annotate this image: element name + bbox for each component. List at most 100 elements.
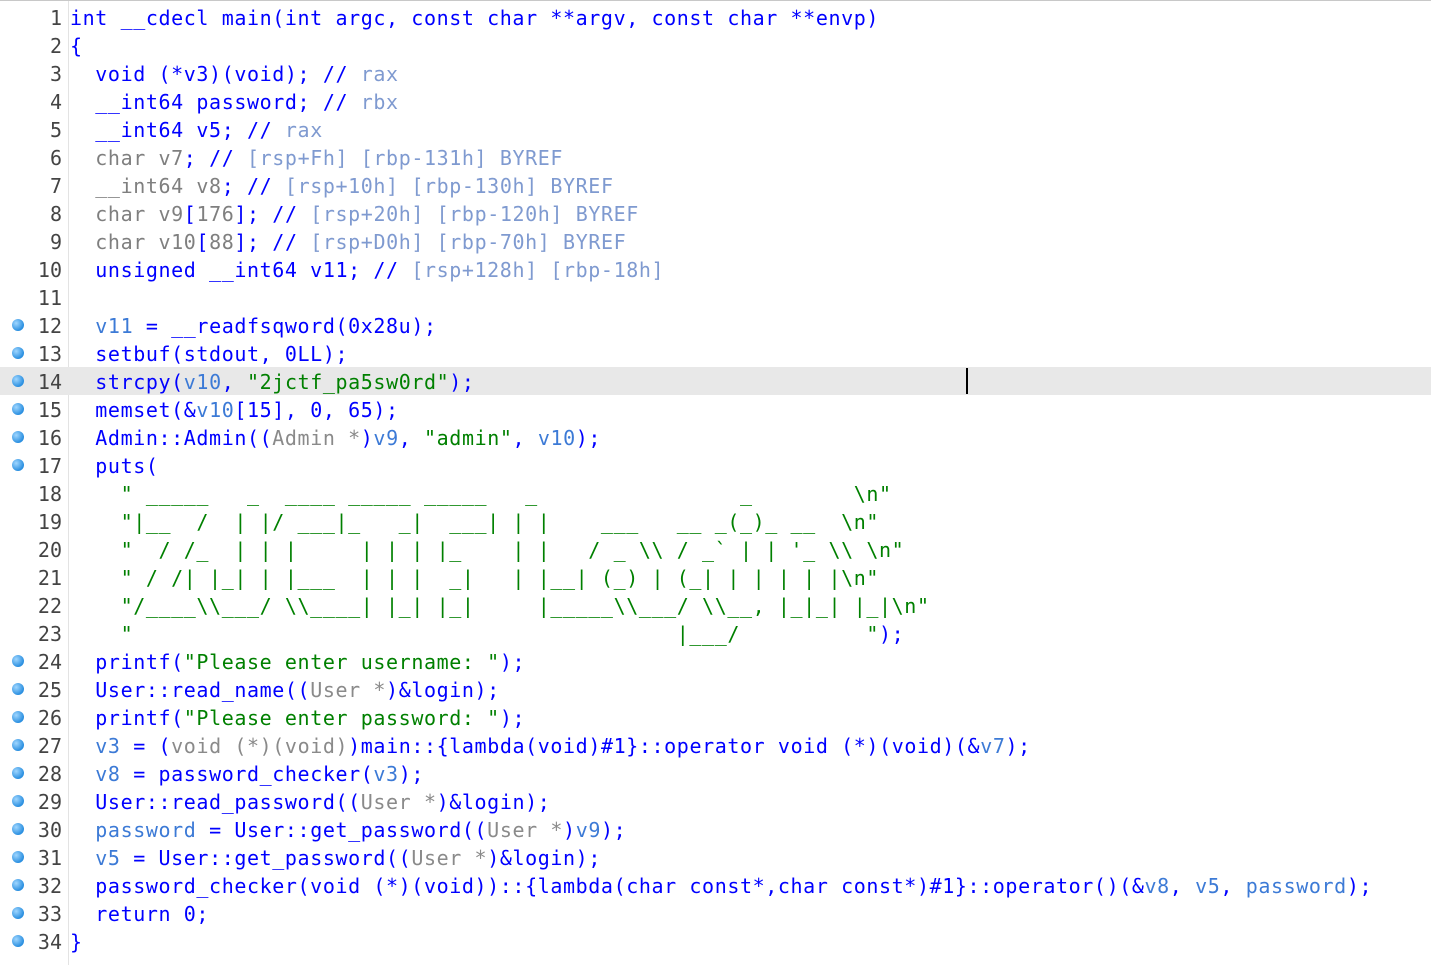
code-line[interactable]: 13 setbuf(stdout, 0LL);: [0, 339, 1431, 367]
code-text[interactable]: void (*v3)(void); // rax: [70, 62, 399, 86]
code-token: void (*)(void): [171, 734, 349, 758]
code-token: v9: [575, 818, 601, 842]
code-line[interactable]: 1 int __cdecl main(int argc, const char *…: [0, 3, 1431, 31]
code-line[interactable]: 23 " |___/ ");: [0, 619, 1431, 647]
code-token: User *: [411, 846, 488, 870]
code-token: printf(: [70, 650, 184, 674]
line-number: 18: [37, 482, 62, 506]
code-line[interactable]: 2{: [0, 31, 1431, 59]
code-text[interactable]: char v7; // [rsp+Fh] [rbp-131h] BYREF: [70, 146, 563, 170]
code-text[interactable]: password = User::get_password((User *)v9…: [70, 818, 626, 842]
code-token: }: [70, 930, 83, 954]
code-token: " / /| |_| | |___ | | | _| | |__| (_) | …: [70, 566, 880, 590]
code-text[interactable]: v5 = User::get_password((User *)&login);: [70, 846, 601, 870]
code-text[interactable]: return 0;: [70, 902, 209, 926]
code-token: );: [1005, 734, 1031, 758]
code-text[interactable]: v11 = __readfsqword(0x28u);: [70, 314, 437, 338]
code-line[interactable]: 26 printf("Please enter password: ");: [0, 703, 1431, 731]
code-text[interactable]: password_checker(void (*)(void))::{lambd…: [70, 874, 1372, 898]
line-number: 20: [37, 538, 62, 562]
code-text[interactable]: v3 = (void (*)(void))main::{lambda(void)…: [70, 734, 1031, 758]
code-line[interactable]: 33 return 0;: [0, 899, 1431, 927]
code-token: [15], 0, 65);: [234, 398, 399, 422]
code-token: "2jctf_pa5sw0rd": [247, 370, 450, 394]
code-token: v9: [373, 426, 399, 450]
code-token: v10: [183, 370, 222, 394]
code-line[interactable]: 30 password = User::get_password((User *…: [0, 815, 1431, 843]
code-line[interactable]: 32 password_checker(void (*)(void))::{la…: [0, 871, 1431, 899]
code-text[interactable]: v8 = password_checker(v3);: [70, 762, 424, 786]
code-line[interactable]: 25 User::read_name((User *)&login);: [0, 675, 1431, 703]
code-text[interactable]: {: [70, 34, 83, 58]
code-text[interactable]: __int64 v8; // [rsp+10h] [rbp-130h] BYRE…: [70, 174, 614, 198]
code-line[interactable]: 31 v5 = User::get_password((User *)&logi…: [0, 843, 1431, 871]
code-text[interactable]: "|__ / | |/ ___|_ _| ___| | | ___ __ _(_…: [70, 510, 879, 534]
code-line[interactable]: 21 " / /| |_| | |___ | | | _| | |__| (_)…: [0, 563, 1431, 591]
code-token: )main::{lambda(void)#1}::operator void (…: [348, 734, 981, 758]
code-token: password: [1245, 874, 1347, 898]
code-line[interactable]: 22 "/____\\___/ \\____| |_| |_| |_____\\…: [0, 591, 1431, 619]
line-number: 28: [37, 762, 62, 786]
code-text[interactable]: User::read_password((User *)&login);: [70, 790, 550, 814]
code-text[interactable]: setbuf(stdout, 0LL);: [70, 342, 348, 366]
code-text[interactable]: "/____\\___/ \\____| |_| |_| |_____\\___…: [70, 594, 930, 618]
code-line[interactable]: 10 unsigned __int64 v11; // [rsp+128h] […: [0, 255, 1431, 283]
code-line[interactable]: 14 strcpy(v10, "2jctf_pa5sw0rd");: [0, 367, 1431, 395]
code-line[interactable]: 16 Admin::Admin((Admin *)v9, "admin", v1…: [0, 423, 1431, 451]
code-line[interactable]: 5 __int64 v5; // rax: [0, 115, 1431, 143]
code-line[interactable]: 18 " _____ _ ____ _____ _____ _ _ \n": [0, 479, 1431, 507]
code-line[interactable]: 28 v8 = password_checker(v3);: [0, 759, 1431, 787]
code-line[interactable]: 4 __int64 password; // rbx: [0, 87, 1431, 115]
code-text[interactable]: memset(&v10[15], 0, 65);: [70, 398, 399, 422]
code-text[interactable]: strcpy(v10, "2jctf_pa5sw0rd");: [70, 370, 475, 394]
code-text[interactable]: __int64 password; // rbx: [70, 90, 399, 114]
code-text[interactable]: int __cdecl main(int argc, const char **…: [70, 6, 879, 30]
code-text[interactable]: char v9[176]; // [rsp+20h] [rbp-120h] BY…: [70, 202, 639, 226]
line-number: 12: [37, 314, 62, 338]
code-line[interactable]: 6 char v7; // [rsp+Fh] [rbp-131h] BYREF: [0, 143, 1431, 171]
code-text[interactable]: " / /| |_| | |___ | | | _| | |__| (_) | …: [70, 566, 879, 590]
line-number: 24: [37, 650, 62, 674]
code-token: ): [360, 426, 374, 450]
line-number: 9: [49, 230, 62, 254]
code-text[interactable]: unsigned __int64 v11; // [rsp+128h] [rbp…: [70, 258, 664, 282]
code-line[interactable]: 11: [0, 283, 1431, 311]
code-token: " _____ _ ____ _____ _____ _ _ \n": [70, 482, 892, 506]
code-line[interactable]: 29 User::read_password((User *)&login);: [0, 787, 1431, 815]
code-token: ,: [1169, 874, 1196, 898]
code-line[interactable]: 8 char v9[176]; // [rsp+20h] [rbp-120h] …: [0, 199, 1431, 227]
code-token: )&login);: [386, 678, 500, 702]
code-line[interactable]: 15 memset(&v10[15], 0, 65);: [0, 395, 1431, 423]
line-number: 30: [37, 818, 62, 842]
code-token: memset(&: [70, 398, 197, 422]
code-line[interactable]: 20 " / /_ | | | | | | |_ | | / _ \\ / _`…: [0, 535, 1431, 563]
code-token: [: [183, 202, 197, 226]
code-text[interactable]: " |___/ ");: [70, 622, 904, 646]
code-line[interactable]: 19 "|__ / | |/ ___|_ _| ___| | | ___ __ …: [0, 507, 1431, 535]
code-line[interactable]: 27 v3 = (void (*)(void))main::{lambda(vo…: [0, 731, 1431, 759]
code-text[interactable]: printf("Please enter password: ");: [70, 706, 525, 730]
code-text[interactable]: }: [70, 930, 83, 954]
code-text[interactable]: Admin::Admin((Admin *)v9, "admin", v10);: [70, 426, 601, 450]
code-line[interactable]: 3 void (*v3)(void); // rax: [0, 59, 1431, 87]
pseudocode-editor[interactable]: 1 int __cdecl main(int argc, const char *…: [0, 0, 1431, 965]
code-line[interactable]: 17 puts(: [0, 451, 1431, 479]
code-text[interactable]: __int64 v5; // rax: [70, 118, 323, 142]
code-text[interactable]: puts(: [70, 454, 159, 478]
code-line[interactable]: 12 v11 = __readfsqword(0x28u);: [0, 311, 1431, 339]
code-text[interactable]: " / /_ | | | | | | |_ | | / _ \\ / _` | …: [70, 538, 904, 562]
code-line[interactable]: 34}: [0, 927, 1431, 955]
code-text[interactable]: User::read_name((User *)&login);: [70, 678, 500, 702]
code-text[interactable]: " _____ _ ____ _____ _____ _ _ \n": [70, 482, 892, 506]
code-token: char v10: [70, 230, 197, 254]
code-line[interactable]: 9 char v10[88]; // [rsp+D0h] [rbp-70h] B…: [0, 227, 1431, 255]
code-token: v10: [196, 398, 235, 422]
code-token: "|__ / | |/ ___|_ _| ___| | | ___ __ _(_…: [70, 510, 880, 534]
line-number: 8: [49, 202, 62, 226]
code-line[interactable]: 7 __int64 v8; // [rsp+10h] [rbp-130h] BY…: [0, 171, 1431, 199]
code-text[interactable]: char v10[88]; // [rsp+D0h] [rbp-70h] BYR…: [70, 230, 626, 254]
code-line[interactable]: 24 printf("Please enter username: ");: [0, 647, 1431, 675]
code-token: rbx: [360, 90, 399, 114]
code-text[interactable]: printf("Please enter username: ");: [70, 650, 525, 674]
code-token: User *: [310, 678, 387, 702]
